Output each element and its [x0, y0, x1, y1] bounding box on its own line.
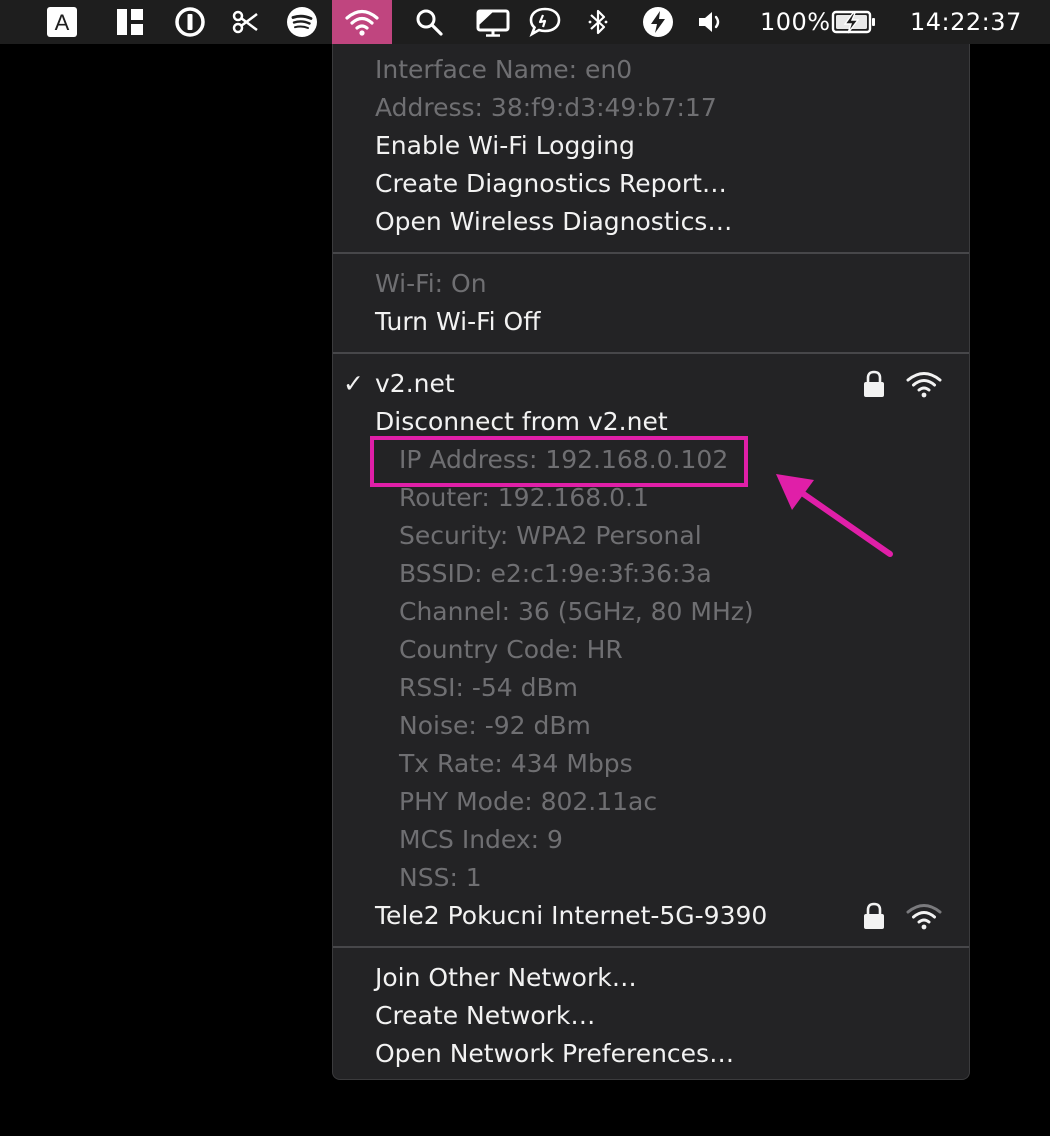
detail-country-code: Country Code: HR — [399, 635, 623, 664]
chat-bubble-icon[interactable] — [527, 0, 563, 44]
search-icon[interactable] — [412, 0, 446, 44]
volume-icon[interactable] — [694, 0, 728, 44]
menu-separator — [333, 946, 969, 948]
network-item-tele2[interactable]: Tele2 Pokucni Internet-5G-9390 — [375, 897, 767, 935]
network-item-v2-net[interactable]: v2.net — [375, 365, 455, 403]
detail-nss: NSS: 1 — [399, 863, 482, 892]
menubar-clock[interactable]: 14:22:37 — [910, 0, 1022, 44]
detail-tx-rate: Tx Rate: 434 Mbps — [399, 749, 633, 778]
create-diagnostics-report-item[interactable]: Create Diagnostics Report… — [375, 165, 727, 203]
a-icon-letter: A — [55, 10, 70, 35]
wifi-status-label: Wi-Fi: On — [375, 269, 487, 298]
lock-icon — [864, 370, 884, 397]
join-other-network-item[interactable]: Join Other Network… — [375, 959, 637, 997]
detail-channel: Channel: 36 (5GHz, 80 MHz) — [399, 597, 754, 626]
wifi-status-button[interactable] — [332, 0, 392, 44]
open-wireless-diagnostics-item[interactable]: Open Wireless Diagnostics… — [375, 203, 732, 241]
spotify-icon[interactable] — [284, 0, 320, 44]
interface-name: Interface Name: en0 — [375, 55, 633, 84]
wifi-signal-weak-icon — [906, 904, 942, 930]
interface-address: Address: 38:f9:d3:49:b7:17 — [375, 93, 717, 122]
detail-noise: Noise: -92 dBm — [399, 711, 591, 740]
menu-separator — [333, 252, 969, 254]
detail-security: Security: WPA2 Personal — [399, 521, 702, 550]
menu-bar: A 100% 14:22:37 — [0, 0, 1050, 44]
network-v2-net-indicators — [863, 365, 943, 403]
create-network-item[interactable]: Create Network… — [375, 997, 595, 1035]
lock-icon — [864, 902, 884, 929]
checkmark-icon: ✓ — [343, 369, 364, 398]
battery-percent[interactable]: 100% — [760, 0, 831, 44]
network-tele2-indicators — [863, 897, 943, 935]
enable-wifi-logging-item[interactable]: Enable Wi-Fi Logging — [375, 127, 635, 165]
scissors-icon[interactable] — [228, 0, 262, 44]
annotation-arrow — [776, 474, 893, 557]
ip-address-highlight-box — [370, 436, 748, 487]
layout-grid-icon[interactable] — [112, 0, 148, 44]
battery-charging-icon[interactable] — [830, 0, 878, 44]
bolt-icon[interactable] — [640, 0, 676, 44]
a-app-icon[interactable]: A — [44, 0, 80, 44]
display-icon[interactable] — [472, 0, 514, 44]
open-network-preferences-item[interactable]: Open Network Preferences… — [375, 1035, 734, 1073]
menu-separator — [333, 352, 969, 354]
wifi-signal-icon — [906, 372, 942, 398]
detail-rssi: RSSI: -54 dBm — [399, 673, 579, 702]
turn-wifi-off-item[interactable]: Turn Wi-Fi Off — [375, 303, 540, 341]
detail-bssid: BSSID: e2:c1:9e:3f:36:3a — [399, 559, 712, 588]
password-manager-icon[interactable] — [171, 0, 209, 44]
detail-mcs-index: MCS Index: 9 — [399, 825, 563, 854]
wifi-icon — [345, 9, 379, 36]
detail-phy-mode: PHY Mode: 802.11ac — [399, 787, 658, 816]
bluetooth-icon[interactable] — [584, 0, 612, 44]
